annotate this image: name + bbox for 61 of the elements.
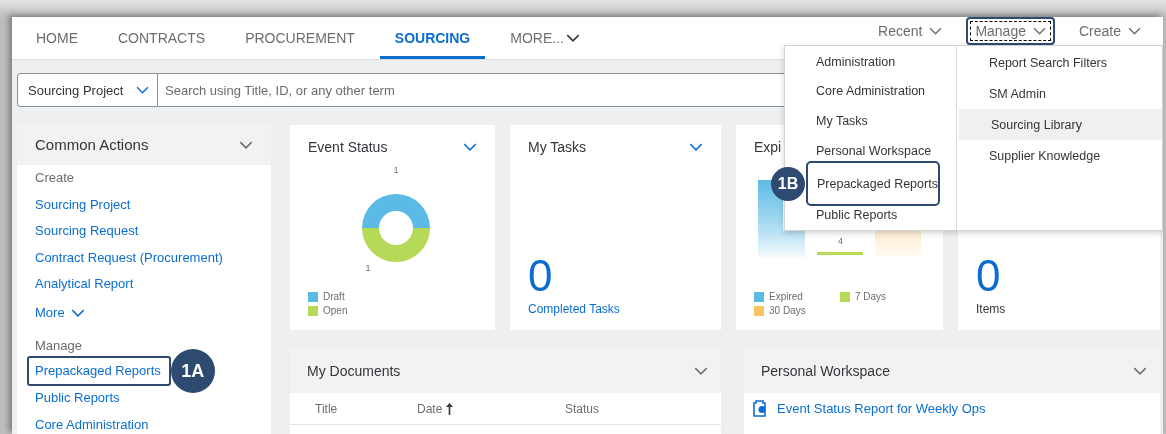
chevron-down-icon [136,86,149,94]
chevron-down-icon [239,140,253,149]
section-heading: Manage [35,337,82,355]
legend-label: Expired [769,291,803,302]
legend-label: 30 Days [769,305,806,316]
action-link[interactable]: Analytical Report [35,271,134,298]
tile-link[interactable]: Completed Tasks [528,302,703,316]
count-value: 0 [528,254,554,298]
action-link[interactable]: Public Reports [35,385,120,412]
donut-segment [362,228,430,262]
report-icon [752,400,768,417]
tile-caption: Items [976,302,1007,316]
nav-tab[interactable]: MORE... [495,17,595,59]
tile-title: Expi [754,139,782,155]
legend-label: Open [323,305,348,316]
action-link[interactable]: Contract Request (Procurement) [35,244,223,271]
action-link[interactable]: Sourcing Request [35,218,139,245]
column-header[interactable]: Title [315,401,417,416]
menu-item[interactable]: Core Administration [785,76,956,107]
header-menu-button[interactable]: Recent [868,17,953,45]
data-label: 1 [365,263,371,273]
menu-item[interactable]: SM Admin [956,78,1162,109]
chevron-down-icon [694,366,708,375]
section-heading: Create [35,169,75,187]
nav-tab[interactable]: PROCUREMENT [230,17,370,59]
menu-item[interactable]: Prepackaged Reports [806,161,940,207]
menu-item[interactable]: Sourcing Library [958,109,1162,140]
chevron-down-icon [70,308,85,317]
nav-tab[interactable]: HOME [21,17,93,59]
panel-title: Common Actions [35,136,149,153]
donut-segment [362,194,430,228]
chevron-down-icon [1133,366,1147,375]
nav-tab[interactable]: CONTRACTS [103,17,221,59]
tile-title: My Tasks [528,139,587,155]
legend-label: Draft [323,291,345,302]
menu-item[interactable]: Supplier Knowledge [956,140,1162,171]
header-menu-button[interactable]: Manage [966,17,1055,45]
chevron-down-icon [929,27,943,35]
column-header[interactable]: Status [565,401,685,416]
nav-tab[interactable]: SOURCING [379,17,486,59]
data-label: 4 [838,236,843,246]
chevron-down-icon [1128,27,1141,35]
action-link[interactable]: Sourcing Project [35,191,131,218]
report-link[interactable]: Event Status Report for Weekly Ops [777,401,986,416]
chevron-down-icon [565,34,580,42]
more-link[interactable]: More [35,299,85,326]
step-badge: 1A [170,349,215,393]
action-link[interactable]: Core Administration [35,411,149,434]
column-header[interactable]: Date [417,401,565,416]
search-scope-dropdown[interactable]: Sourcing Project [17,73,158,107]
step-badge: 1B [771,166,805,201]
header-menu-button[interactable]: Create [1068,17,1151,45]
chevron-down-icon [1032,27,1046,35]
action-link[interactable]: Prepackaged Reports [27,356,171,386]
legend-label: 7 Days [855,291,887,302]
panel-title: Personal Workspace [761,362,890,379]
count-value: 0 [976,254,1002,298]
menu-item[interactable]: My Tasks [785,106,956,136]
panel-title: My Documents [307,362,401,379]
data-label: 1 [393,165,399,175]
tile-title: Event Status [308,139,388,155]
